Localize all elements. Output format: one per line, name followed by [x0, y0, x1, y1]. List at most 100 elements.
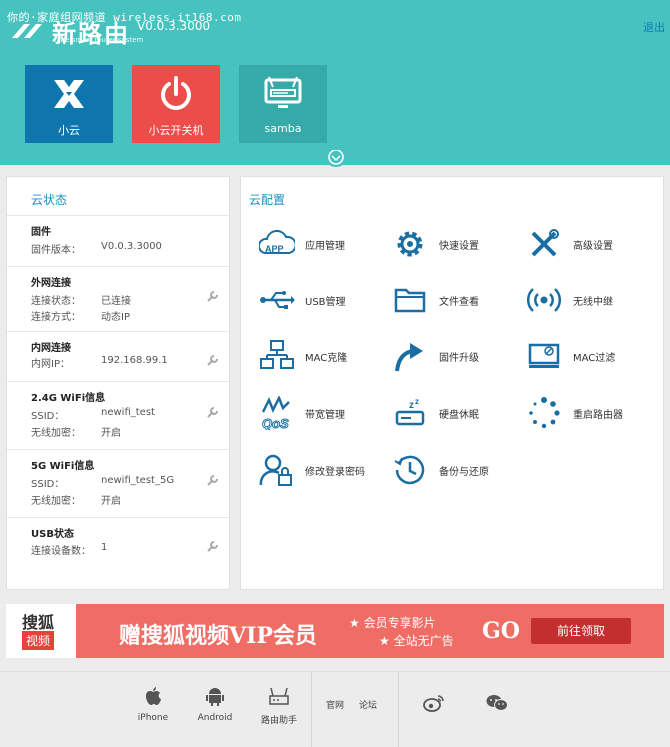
section-heading: USB状态: [31, 529, 74, 540]
config-item-repeater[interactable]: 无线中继: [527, 283, 647, 319]
svg-text:APP: APP: [265, 244, 284, 254]
config-item-mac-clone[interactable]: MAC克隆: [259, 339, 379, 375]
config-item-quick-setup[interactable]: 快速设置: [393, 227, 513, 263]
config-item-firmware-upgrade[interactable]: 固件升级: [393, 339, 513, 375]
row-value: newifi_test: [101, 407, 155, 418]
monitor-icon: [264, 76, 302, 108]
tagline: the smart router system: [58, 36, 144, 44]
weibo-icon[interactable]: [423, 694, 445, 712]
user-lock-icon: [259, 454, 292, 486]
row-value: 开启: [101, 428, 121, 439]
x-logo-icon: [54, 80, 84, 108]
row-label: 无线加密：: [31, 428, 81, 439]
section-heading: 固件: [31, 227, 51, 238]
wireless-icon: [527, 288, 561, 312]
section-wan: 外网连接 连接状态： 已连接 连接方式： 动态IP: [7, 266, 231, 331]
tile-xiaoyun[interactable]: 小云: [25, 65, 113, 143]
info-row: 内网IP： 192.168.99.1: [31, 355, 168, 370]
config-item-qos[interactable]: QoS 带宽管理: [259, 396, 379, 432]
row-value: 1: [101, 542, 108, 553]
section-heading: 5G WiFi信息: [31, 461, 95, 472]
footer-app-iphone[interactable]: iPhone: [137, 686, 169, 723]
config-item-usb[interactable]: USB管理: [259, 283, 379, 319]
footer-app-label: iPhone: [137, 713, 169, 723]
spinner-icon: [529, 397, 560, 429]
config-item-label: MAC过滤: [573, 353, 616, 364]
tile-label: 小云: [58, 124, 80, 137]
wrench-icon[interactable]: [207, 354, 219, 366]
banner-headline: 赠搜狐视频VIP会员: [119, 623, 317, 649]
promo-banner[interactable]: 搜狐 视频 赠搜狐视频VIP会员 ★ 会员专享影片 ★ 全站无广告 GO 前往领…: [6, 604, 664, 658]
gear-icon: [397, 231, 423, 257]
row-value: 动态IP: [101, 312, 130, 323]
config-item-mac-filter[interactable]: MAC过滤: [527, 339, 647, 375]
row-label: 无线加密：: [31, 496, 81, 507]
row-label: 连接状态：: [31, 296, 81, 307]
router-icon: [269, 687, 289, 705]
section-heading: 内网连接: [31, 343, 71, 354]
config-item-label: MAC克隆: [305, 353, 348, 364]
section-firmware: 固件 固件版本： V0.0.3.3000: [7, 215, 231, 266]
section-wifi-24g: 2.4G WiFi信息 SSID： newifi_test 无线加密： 开启: [7, 381, 231, 449]
config-item-label: 修改登录密码: [305, 467, 365, 478]
row-value: 开启: [101, 496, 121, 507]
wrench-icon[interactable]: [207, 290, 219, 302]
header-bar: 你的·家庭组网频道 wireless.it168.com 新路由 V0.0.3.…: [0, 0, 670, 167]
config-panel-title: 云配置: [249, 193, 286, 207]
logo-x-icon: [12, 24, 42, 38]
row-value: 192.168.99.1: [101, 355, 168, 366]
info-row: SSID： newifi_test: [31, 407, 155, 422]
footer-app-label: Android: [197, 713, 233, 723]
tile-samba[interactable]: samba: [239, 65, 327, 143]
config-item-label: 备份与还原: [439, 467, 489, 478]
footer-app-label: 路由助手: [260, 716, 297, 726]
tile-power[interactable]: 小云开关机: [132, 65, 220, 143]
config-item-label: 硬盘休眠: [439, 410, 479, 421]
sohu-logo-tag: 视频: [22, 631, 55, 650]
footer: iPhone Android 路由助手 官网 论坛: [0, 671, 670, 747]
info-row: SSID： newifi_test_5G: [31, 475, 174, 490]
section-wifi-5g: 5G WiFi信息 SSID： newifi_test_5G 无线加密： 开启: [7, 449, 231, 517]
wrench-icon[interactable]: [207, 474, 219, 486]
footer-app-android[interactable]: Android: [196, 686, 234, 723]
config-item-label: 带宽管理: [305, 410, 345, 421]
upgrade-arrow-icon: [395, 343, 423, 372]
section-usb: USB状态 连接设备数： 1: [7, 517, 231, 589]
footer-divider: [311, 672, 312, 747]
config-item-disk-sleep[interactable]: zz 硬盘休眠: [393, 396, 513, 432]
expand-toggle[interactable]: [324, 149, 348, 167]
section-heading: 2.4G WiFi信息: [31, 393, 106, 404]
footer-divider: [398, 672, 399, 747]
footer-link-forum[interactable]: 论坛: [359, 698, 377, 711]
config-item-app[interactable]: APP 应用管理: [259, 227, 379, 263]
config-item-label: USB管理: [305, 297, 346, 308]
info-row: 无线加密： 开启: [31, 492, 121, 507]
banner-cta-button[interactable]: 前往领取: [531, 618, 631, 644]
footer-app-router[interactable]: 路由助手: [259, 686, 299, 726]
row-label: 内网IP：: [31, 359, 70, 370]
apple-icon: [146, 687, 161, 705]
config-item-backup[interactable]: 备份与还原: [393, 453, 513, 489]
folder-icon: [394, 288, 426, 313]
android-icon: [206, 688, 224, 706]
config-item-label: 固件升级: [439, 353, 479, 364]
status-panel-title: 云状态: [31, 193, 68, 207]
row-value: 已连接: [101, 296, 131, 307]
info-row: 连接方式： 动态IP: [31, 308, 130, 323]
wrench-icon[interactable]: [207, 540, 219, 552]
config-item-reboot[interactable]: 重启路由器: [527, 396, 647, 432]
wechat-icon[interactable]: [486, 694, 508, 712]
info-row: 固件版本： V0.0.3.3000: [31, 241, 162, 256]
config-item-files[interactable]: 文件查看: [393, 283, 513, 319]
config-item-advanced[interactable]: 高级设置: [527, 227, 647, 263]
config-item-password[interactable]: 修改登录密码: [259, 453, 379, 489]
footer-link-official[interactable]: 官网: [326, 698, 344, 711]
svg-text:z: z: [409, 400, 414, 411]
wrench-icon[interactable]: [207, 406, 219, 418]
tile-label: samba: [264, 122, 302, 135]
svg-text:QoS: QoS: [262, 416, 289, 430]
config-item-label: 高级设置: [573, 241, 613, 252]
qos-icon: QoS: [262, 396, 290, 430]
logout-link[interactable]: 退出: [643, 19, 665, 35]
row-label: 固件版本：: [31, 245, 81, 256]
